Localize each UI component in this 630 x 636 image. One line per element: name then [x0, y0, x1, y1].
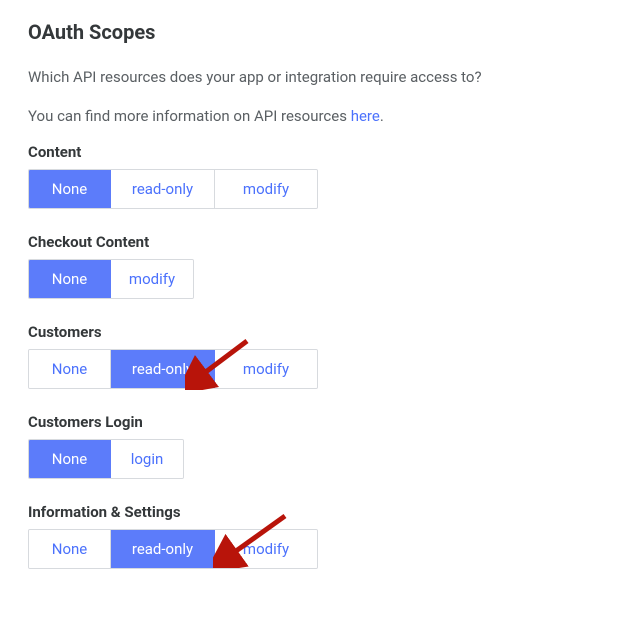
scope-option-readonly[interactable]: read-only	[111, 170, 215, 208]
description-suffix: .	[380, 107, 384, 125]
scope-row-information-settings: Information & Settings None read-only mo…	[28, 503, 602, 569]
scope-option-none[interactable]: None	[29, 440, 111, 478]
scope-option-login[interactable]: login	[111, 440, 183, 478]
scope-option-modify[interactable]: modify	[215, 530, 317, 568]
scope-button-group: None read-only modify	[28, 169, 318, 209]
scope-label: Information & Settings	[28, 503, 602, 521]
scope-option-modify[interactable]: modify	[111, 260, 193, 298]
scope-row-customers-login: Customers Login None login	[28, 413, 602, 479]
scope-label: Checkout Content	[28, 233, 602, 251]
scope-label: Customers	[28, 323, 602, 341]
api-resources-link[interactable]: here	[351, 107, 380, 125]
page-title: OAuth Scopes	[28, 20, 602, 44]
description-prefix: You can find more information on API res…	[28, 107, 351, 125]
scope-option-readonly[interactable]: read-only	[111, 350, 215, 388]
scope-option-none[interactable]: None	[29, 260, 111, 298]
scope-button-group: None login	[28, 439, 184, 479]
scope-option-none[interactable]: None	[29, 530, 111, 568]
description-line-1: Which API resources does your app or int…	[28, 66, 602, 89]
scope-button-group: None modify	[28, 259, 194, 299]
scope-button-group: None read-only modify	[28, 349, 318, 389]
scope-option-modify[interactable]: modify	[215, 350, 317, 388]
scope-button-group: None read-only modify	[28, 529, 318, 569]
scope-row-content: Content None read-only modify	[28, 143, 602, 209]
scope-option-modify[interactable]: modify	[215, 170, 317, 208]
scope-option-none[interactable]: None	[29, 350, 111, 388]
scope-row-checkout-content: Checkout Content None modify	[28, 233, 602, 299]
scope-row-customers: Customers None read-only modify	[28, 323, 602, 389]
scope-option-readonly[interactable]: read-only	[111, 530, 215, 568]
scope-option-none[interactable]: None	[29, 170, 111, 208]
scope-label: Content	[28, 143, 602, 161]
description-line-2: You can find more information on API res…	[28, 105, 602, 128]
scope-label: Customers Login	[28, 413, 602, 431]
